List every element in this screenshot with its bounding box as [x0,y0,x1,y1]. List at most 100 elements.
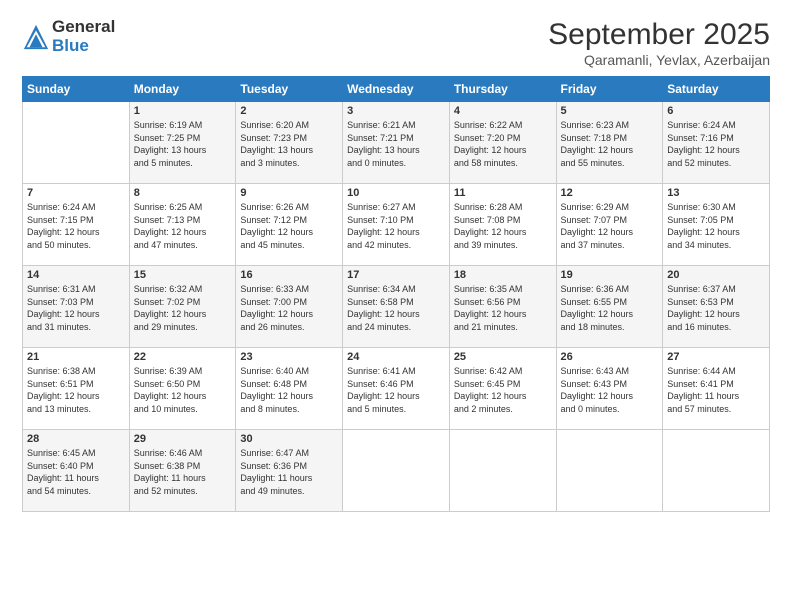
day-info: Sunrise: 6:32 AM Sunset: 7:02 PM Dayligh… [134,283,232,333]
day-number: 14 [27,269,125,281]
day-number: 10 [347,187,445,199]
calendar-cell: 5Sunrise: 6:23 AM Sunset: 7:18 PM Daylig… [556,102,663,184]
day-info: Sunrise: 6:27 AM Sunset: 7:10 PM Dayligh… [347,201,445,251]
calendar-cell: 26Sunrise: 6:43 AM Sunset: 6:43 PM Dayli… [556,348,663,430]
calendar-cell: 4 Sunrise: 6:22 AM Sunset: 7:20 PM Daylig… [449,102,556,184]
day-number: 17 [347,269,445,281]
day-number: 6 [667,105,765,117]
calendar-cell: 20 Sunrise: 6:37 AM Sunset: 6:53 PM Dayli… [663,266,770,348]
day-info: Sunrise: 6:31 AM Sunset: 7:03 PM Dayligh… [27,283,125,333]
day-info: Sunrise: 6:24 AM Sunset: 7:16 PM Dayligh… [667,119,765,169]
day-number: 27 [667,351,765,363]
day-info: Sunrise: 6:38 AM Sunset: 6:51 PM Dayligh… [27,365,125,415]
calendar-body: 1 Sunrise: 6:19 AM Sunset: 7:25 PM Daylig… [23,102,770,512]
logo-icon [22,23,50,51]
calendar-cell: 10 Sunrise: 6:27 AM Sunset: 7:10 PM Dayli… [343,184,450,266]
calendar-cell: 25 Sunrise: 6:42 AM Sunset: 6:45 PM Dayli… [449,348,556,430]
calendar-cell: 23 Sunrise: 6:40 AM Sunset: 6:48 PM Dayli… [236,348,343,430]
header: General Blue September 2025 Qaramanli, Y… [22,18,770,68]
logo-general: General [52,18,115,37]
location: Qaramanli, Yevlax, Azerbaijan [548,52,770,68]
calendar-cell: 30Sunrise: 6:47 AM Sunset: 6:36 PM Dayli… [236,430,343,512]
day-info: Sunrise: 6:21 AM Sunset: 7:21 PM Dayligh… [347,119,445,169]
day-number: 19 [561,269,659,281]
calendar-cell: 21 Sunrise: 6:38 AM Sunset: 6:51 PM Dayli… [23,348,130,430]
calendar-header: SundayMondayTuesdayWednesdayThursdayFrid… [23,77,770,102]
calendar-cell: 8 Sunrise: 6:25 AM Sunset: 7:13 PM Daylig… [129,184,236,266]
day-info: Sunrise: 6:23 AM Sunset: 7:18 PM Dayligh… [561,119,659,169]
day-number: 1 [134,105,232,117]
day-info: Sunrise: 6:44 AM Sunset: 6:41 PM Dayligh… [667,365,765,415]
calendar-cell [23,102,130,184]
calendar-cell: 17 Sunrise: 6:34 AM Sunset: 6:58 PM Dayli… [343,266,450,348]
calendar-cell: 6 Sunrise: 6:24 AM Sunset: 7:16 PM Daylig… [663,102,770,184]
weekday-header: Saturday [663,77,770,102]
calendar-cell: 14 Sunrise: 6:31 AM Sunset: 7:03 PM Dayli… [23,266,130,348]
day-number: 4 [454,105,552,117]
day-info: Sunrise: 6:35 AM Sunset: 6:56 PM Dayligh… [454,283,552,333]
calendar-cell: 15 Sunrise: 6:32 AM Sunset: 7:02 PM Dayli… [129,266,236,348]
day-number: 2 [240,105,338,117]
calendar-cell: 1 Sunrise: 6:19 AM Sunset: 7:25 PM Daylig… [129,102,236,184]
calendar-cell: 18Sunrise: 6:35 AM Sunset: 6:56 PM Dayli… [449,266,556,348]
logo: General Blue [22,18,115,55]
day-number: 20 [667,269,765,281]
day-number: 28 [27,433,125,445]
calendar-cell: 29Sunrise: 6:46 AM Sunset: 6:38 PM Dayli… [129,430,236,512]
day-info: Sunrise: 6:45 AM Sunset: 6:40 PM Dayligh… [27,447,125,497]
day-number: 21 [27,351,125,363]
day-number: 29 [134,433,232,445]
day-info: Sunrise: 6:24 AM Sunset: 7:15 PM Dayligh… [27,201,125,251]
calendar-cell: 19Sunrise: 6:36 AM Sunset: 6:55 PM Dayli… [556,266,663,348]
title-block: September 2025 Qaramanli, Yevlax, Azerba… [548,18,770,68]
weekday-header: Monday [129,77,236,102]
day-info: Sunrise: 6:19 AM Sunset: 7:25 PM Dayligh… [134,119,232,169]
calendar-week: 7Sunrise: 6:24 AM Sunset: 7:15 PM Daylig… [23,184,770,266]
calendar-cell: 3 Sunrise: 6:21 AM Sunset: 7:21 PM Daylig… [343,102,450,184]
calendar-cell: 12Sunrise: 6:29 AM Sunset: 7:07 PM Dayli… [556,184,663,266]
day-info: Sunrise: 6:25 AM Sunset: 7:13 PM Dayligh… [134,201,232,251]
day-number: 23 [240,351,338,363]
day-number: 16 [240,269,338,281]
weekday-row: SundayMondayTuesdayWednesdayThursdayFrid… [23,77,770,102]
day-info: Sunrise: 6:34 AM Sunset: 6:58 PM Dayligh… [347,283,445,333]
calendar-week: 21 Sunrise: 6:38 AM Sunset: 6:51 PM Dayli… [23,348,770,430]
day-number: 9 [240,187,338,199]
calendar-cell: 22 Sunrise: 6:39 AM Sunset: 6:50 PM Dayli… [129,348,236,430]
weekday-header: Sunday [23,77,130,102]
day-number: 13 [667,187,765,199]
day-info: Sunrise: 6:42 AM Sunset: 6:45 PM Dayligh… [454,365,552,415]
calendar-cell: 11 Sunrise: 6:28 AM Sunset: 7:08 PM Dayli… [449,184,556,266]
weekday-header: Wednesday [343,77,450,102]
day-number: 8 [134,187,232,199]
day-number: 25 [454,351,552,363]
day-info: Sunrise: 6:39 AM Sunset: 6:50 PM Dayligh… [134,365,232,415]
day-info: Sunrise: 6:29 AM Sunset: 7:07 PM Dayligh… [561,201,659,251]
day-info: Sunrise: 6:37 AM Sunset: 6:53 PM Dayligh… [667,283,765,333]
calendar-week: 14 Sunrise: 6:31 AM Sunset: 7:03 PM Dayli… [23,266,770,348]
weekday-header: Friday [556,77,663,102]
logo-blue: Blue [52,37,115,56]
day-info: Sunrise: 6:22 AM Sunset: 7:20 PM Dayligh… [454,119,552,169]
calendar-cell [449,430,556,512]
calendar-cell: 27 Sunrise: 6:44 AM Sunset: 6:41 PM Dayli… [663,348,770,430]
weekday-header: Tuesday [236,77,343,102]
calendar-cell: 13Sunrise: 6:30 AM Sunset: 7:05 PM Dayli… [663,184,770,266]
day-info: Sunrise: 6:41 AM Sunset: 6:46 PM Dayligh… [347,365,445,415]
day-info: Sunrise: 6:40 AM Sunset: 6:48 PM Dayligh… [240,365,338,415]
day-number: 30 [240,433,338,445]
day-number: 24 [347,351,445,363]
page: General Blue September 2025 Qaramanli, Y… [0,0,792,612]
calendar-cell: 28 Sunrise: 6:45 AM Sunset: 6:40 PM Dayli… [23,430,130,512]
calendar-week: 1 Sunrise: 6:19 AM Sunset: 7:25 PM Daylig… [23,102,770,184]
day-number: 11 [454,187,552,199]
calendar-cell [663,430,770,512]
weekday-header: Thursday [449,77,556,102]
day-number: 22 [134,351,232,363]
day-info: Sunrise: 6:28 AM Sunset: 7:08 PM Dayligh… [454,201,552,251]
calendar-cell: 24 Sunrise: 6:41 AM Sunset: 6:46 PM Dayli… [343,348,450,430]
day-number: 15 [134,269,232,281]
calendar-cell: 16Sunrise: 6:33 AM Sunset: 7:00 PM Dayli… [236,266,343,348]
day-number: 3 [347,105,445,117]
logo-text: General Blue [52,18,115,55]
